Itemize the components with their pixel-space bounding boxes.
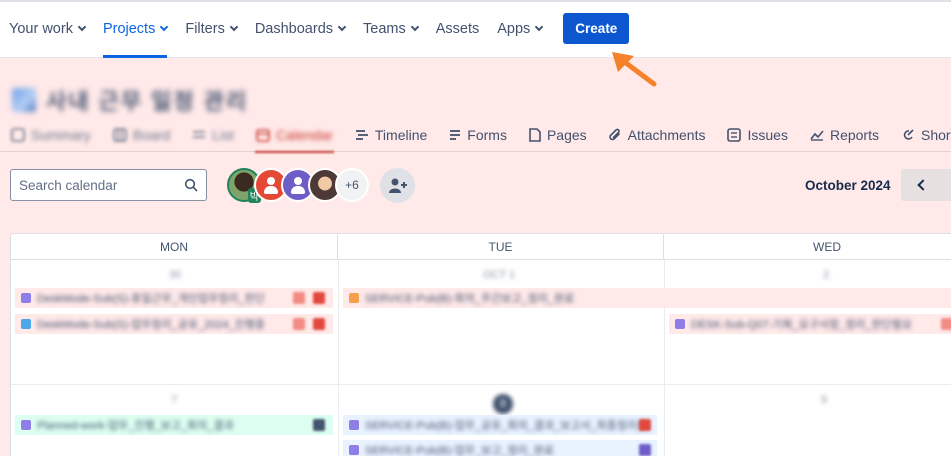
- attachment-icon: [608, 128, 620, 140]
- search-input[interactable]: Search calendar: [19, 178, 184, 193]
- tab-reports[interactable]: Reports: [799, 118, 890, 152]
- tab-timeline[interactable]: Timeline: [344, 118, 438, 152]
- tab-issues[interactable]: Issues: [716, 118, 798, 152]
- calendar-icon: [256, 128, 270, 142]
- project-header: 사내 근무 일정 관리: [12, 84, 248, 116]
- previous-month-button[interactable]: [901, 169, 951, 201]
- list-icon: [193, 130, 206, 138]
- top-navigation: Your work Projects Filters Dashboards Te…: [0, 0, 951, 58]
- calendar-event[interactable]: DeskMode-Sub(S)-휴일근무_개인업무정리_판단: [15, 288, 333, 308]
- create-button[interactable]: Create: [563, 13, 630, 44]
- assignee-icon: [313, 419, 325, 431]
- chevron-down-icon: [535, 22, 544, 31]
- nav-your-work[interactable]: Your work: [0, 0, 94, 58]
- assignee-icon: [639, 444, 651, 456]
- add-person-icon: [388, 178, 407, 193]
- day-number[interactable]: 9: [821, 394, 827, 406]
- chevron-down-icon: [410, 22, 419, 31]
- assignee-icon: [639, 419, 651, 431]
- assignee-icon: [313, 318, 325, 330]
- tab-pages[interactable]: Pages: [518, 118, 598, 152]
- calendar-event[interactable]: DeskMode-Sub(S)-업무정리_공유_2024_진행중: [15, 314, 333, 334]
- more-people-button[interactable]: +6: [335, 168, 369, 202]
- priority-icon: [941, 318, 951, 330]
- chevron-down-icon: [229, 22, 239, 31]
- day-number[interactable]: OCT 1: [483, 269, 515, 281]
- calendar-event[interactable]: DESK-Sub-Q07-기획_요구사항_정리_판단필요: [669, 314, 951, 334]
- search-calendar-field[interactable]: Search calendar: [10, 169, 207, 201]
- people-avatar-group: 박 +6: [227, 168, 369, 203]
- issue-type-icon: [349, 445, 359, 455]
- tab-summary[interactable]: Summary: [0, 118, 102, 152]
- week-divider: [11, 384, 951, 385]
- issue-type-icon: [349, 293, 359, 303]
- day-number-today[interactable]: 8: [493, 394, 513, 414]
- board-icon: [113, 127, 127, 142]
- project-avatar[interactable]: [12, 88, 36, 112]
- issues-icon: [727, 127, 742, 142]
- person-icon: [264, 175, 278, 195]
- tab-shortcuts[interactable]: Shortcuts: [890, 118, 951, 152]
- chevron-down-icon: [337, 22, 347, 31]
- issue-type-icon: [349, 420, 359, 430]
- priority-icon: [293, 292, 305, 304]
- add-people-button[interactable]: [380, 168, 415, 203]
- calendar-event[interactable]: SERVICE-Pub(B)-업무_공유_회의_결과_보고서_최종정리본: [343, 415, 657, 435]
- day-number[interactable]: 7: [171, 394, 177, 406]
- shortcut-icon: [903, 128, 914, 140]
- calendar-event[interactable]: Planned-work-업무_진행_보고_회의_결과: [15, 415, 333, 435]
- person-icon: [291, 175, 305, 195]
- assignee-icon: [313, 292, 325, 304]
- nav-projects[interactable]: Projects: [94, 0, 176, 58]
- calendar-grid: MON TUE WED 30 OCT 1 2 DeskMode-Sub(S)-휴…: [10, 233, 951, 456]
- project-title: 사내 근무 일정 관리: [46, 89, 249, 114]
- tab-list[interactable]: List: [181, 118, 245, 152]
- weekday-header: MON TUE WED: [11, 234, 951, 260]
- tab-calendar[interactable]: Calendar: [245, 118, 344, 152]
- month-label: October 2024: [805, 178, 891, 193]
- issue-type-icon: [675, 319, 685, 329]
- chevron-down-icon: [160, 22, 169, 31]
- tab-forms[interactable]: Forms: [438, 118, 518, 152]
- timeline-icon: [355, 129, 368, 140]
- day-number[interactable]: 2: [823, 269, 829, 281]
- column-divider: [338, 260, 339, 456]
- summary-icon: [11, 127, 25, 142]
- priority-icon: [293, 318, 305, 330]
- tab-board[interactable]: Board: [102, 118, 181, 152]
- chevron-down-icon: [77, 22, 87, 31]
- project-tabs: Summary Board List Calendar Timeline For…: [0, 118, 951, 152]
- calendar-event[interactable]: SERVICE-Pub(B)-회의_주간보고_정리_완료: [343, 288, 951, 308]
- issue-type-icon: [21, 319, 31, 329]
- pages-icon: [529, 127, 541, 142]
- issue-type-icon: [21, 293, 31, 303]
- weekday-tue: TUE: [338, 234, 664, 259]
- forms-icon: [450, 129, 461, 140]
- pointer-arrow-icon: [612, 52, 657, 87]
- nav-assets[interactable]: Assets: [427, 0, 489, 58]
- weekday-wed: WED: [813, 239, 841, 254]
- nav-filters[interactable]: Filters: [176, 0, 245, 58]
- issue-type-icon: [21, 420, 31, 430]
- search-icon: [184, 178, 198, 192]
- calendar-event[interactable]: SERVICE-Pub(B)-업무_보고_정리_완료: [343, 440, 657, 456]
- reports-icon: [810, 129, 824, 141]
- weekday-mon: MON: [11, 234, 338, 259]
- nav-dashboards[interactable]: Dashboards: [246, 0, 354, 58]
- nav-teams[interactable]: Teams: [354, 0, 427, 58]
- day-number[interactable]: 30: [169, 269, 181, 281]
- tab-attachments[interactable]: Attachments: [598, 118, 717, 152]
- chevron-left-icon: [917, 179, 929, 191]
- nav-apps[interactable]: Apps: [488, 0, 551, 58]
